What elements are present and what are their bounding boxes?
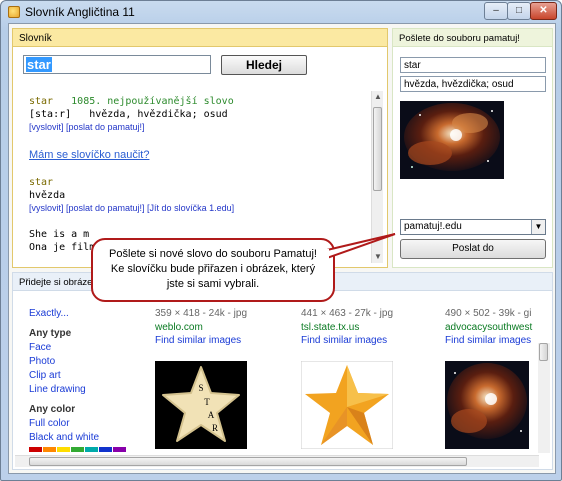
star-letter-s: S [198,383,203,393]
send-meaning-field[interactable]: hvězda, hvězdička; osud [400,76,546,92]
tooltip-pointer [324,233,396,261]
color-swatch-2[interactable] [57,447,70,452]
filter-color-full[interactable]: Full color [29,417,139,431]
result-card-1: 359 × 418 - 24k - jpg weblo.com Find sim… [155,307,285,347]
result-card-3: 490 × 502 - 39k - gi advocacysouthwest F… [445,307,539,347]
star-letter-t: T [204,397,210,407]
dictionary-header: Slovník [13,29,387,47]
learn-link[interactable]: Mám se slovíčko naučit? [29,149,149,161]
entry1-links[interactable]: [vyslovit] [poslat do pamatuj!] [29,122,145,132]
selected-image-thumbnail [400,101,504,179]
star-letter-r: R [212,423,218,433]
result-2-star-image[interactable] [301,361,393,449]
result-1-dims: 359 × 418 - 24k - jpg [155,308,248,319]
scroll-thumb[interactable] [373,107,382,191]
result-2-site[interactable]: tsl.state.tx.us [301,321,431,334]
file-select-value: pamatuj!.edu [404,221,462,232]
color-swatch-5[interactable] [99,447,112,452]
images-vertical-scrollbar[interactable] [538,343,550,453]
client-area: Slovník star Hledej star 1085. nejpoužív… [8,23,556,474]
result-3-find-similar[interactable]: Find similar images [445,334,539,347]
color-swatch-4[interactable] [85,447,98,452]
entry1-rank: 1085. nejpoužívanější slovo [71,96,234,107]
result-3-nebula-image[interactable] [445,361,529,449]
send-header: Pošlete do souboru pamatuj! [393,29,552,47]
minimize-button[interactable]: – [484,2,508,20]
send-button[interactable]: Poslat do [400,239,546,259]
send-panel: Pošlete do souboru pamatuj! star hvězda,… [392,28,553,268]
close-button[interactable]: ✕ [530,2,557,20]
entry1-meaning: hvězda, hvězdička; osud [89,109,228,120]
color-swatch-0[interactable] [29,447,42,452]
app-window: Slovník Angličtina 11 – □ ✕ Slovník star… [0,0,562,481]
result-2-find-similar[interactable]: Find similar images [301,334,431,347]
window-title: Slovník Angličtina 11 [25,5,135,19]
filter-type-photo[interactable]: Photo [29,355,139,369]
images-vscroll-thumb[interactable] [539,343,548,361]
images-horizontal-scrollbar[interactable] [15,455,539,467]
filter-sidebar: Exactly... Any type Face Photo Clip art … [29,307,139,452]
result-card-2: 441 × 463 - 27k - jpg tsl.state.tx.us Fi… [301,307,431,347]
filter-type-face[interactable]: Face [29,341,139,355]
result-1-star-image[interactable]: S T A R [155,361,247,449]
filter-type-clipart[interactable]: Clip art [29,369,139,383]
entry2-word: star [29,177,54,188]
result-1-find-similar[interactable]: Find similar images [155,334,285,347]
star-letter-a: A [208,410,215,420]
scroll-up-icon[interactable]: ▲ [372,91,384,103]
filter-color-bw[interactable]: Black and white [29,431,139,445]
entry2-meaning: hvězda [29,190,66,201]
entry2-links[interactable]: [vyslovit] [poslat do pamatuj!] [Jít do … [29,203,234,213]
title-bar[interactable]: Slovník Angličtina 11 – □ ✕ [1,1,561,23]
entry1-word: star [29,96,54,107]
filter-exactly[interactable]: Exactly... [29,307,139,321]
filter-type-linedrawing[interactable]: Line drawing [29,383,139,397]
images-hscroll-thumb[interactable] [29,457,467,466]
search-input[interactable]: star [23,55,211,74]
filter-type-label: Any type [29,328,72,339]
file-select[interactable]: pamatuj!.edu ▼ [400,219,546,235]
app-icon [8,6,20,18]
color-swatches [29,447,139,452]
maximize-button[interactable]: □ [507,2,531,20]
result-3-site[interactable]: advocacysouthwest [445,321,539,334]
search-button[interactable]: Hledej [221,55,307,75]
sentence-1: She is a m [29,229,90,240]
send-word-field[interactable]: star [400,57,546,73]
chevron-down-icon[interactable]: ▼ [531,220,545,234]
result-1-site[interactable]: weblo.com [155,321,285,334]
help-tooltip: Pošlete si nové slovo do souboru Pamatuj… [91,238,335,302]
filter-color-label: Any color [29,404,76,415]
color-swatch-1[interactable] [43,447,56,452]
color-swatch-3[interactable] [71,447,84,452]
sentence-2: Ona je film [29,242,96,253]
entry1-pron: [sta:r] [29,109,72,120]
search-value: star [26,57,52,72]
color-swatch-6[interactable] [113,447,126,452]
result-3-dims: 490 × 502 - 39k - gi [445,308,532,319]
result-2-dims: 441 × 463 - 27k - jpg [301,308,394,319]
